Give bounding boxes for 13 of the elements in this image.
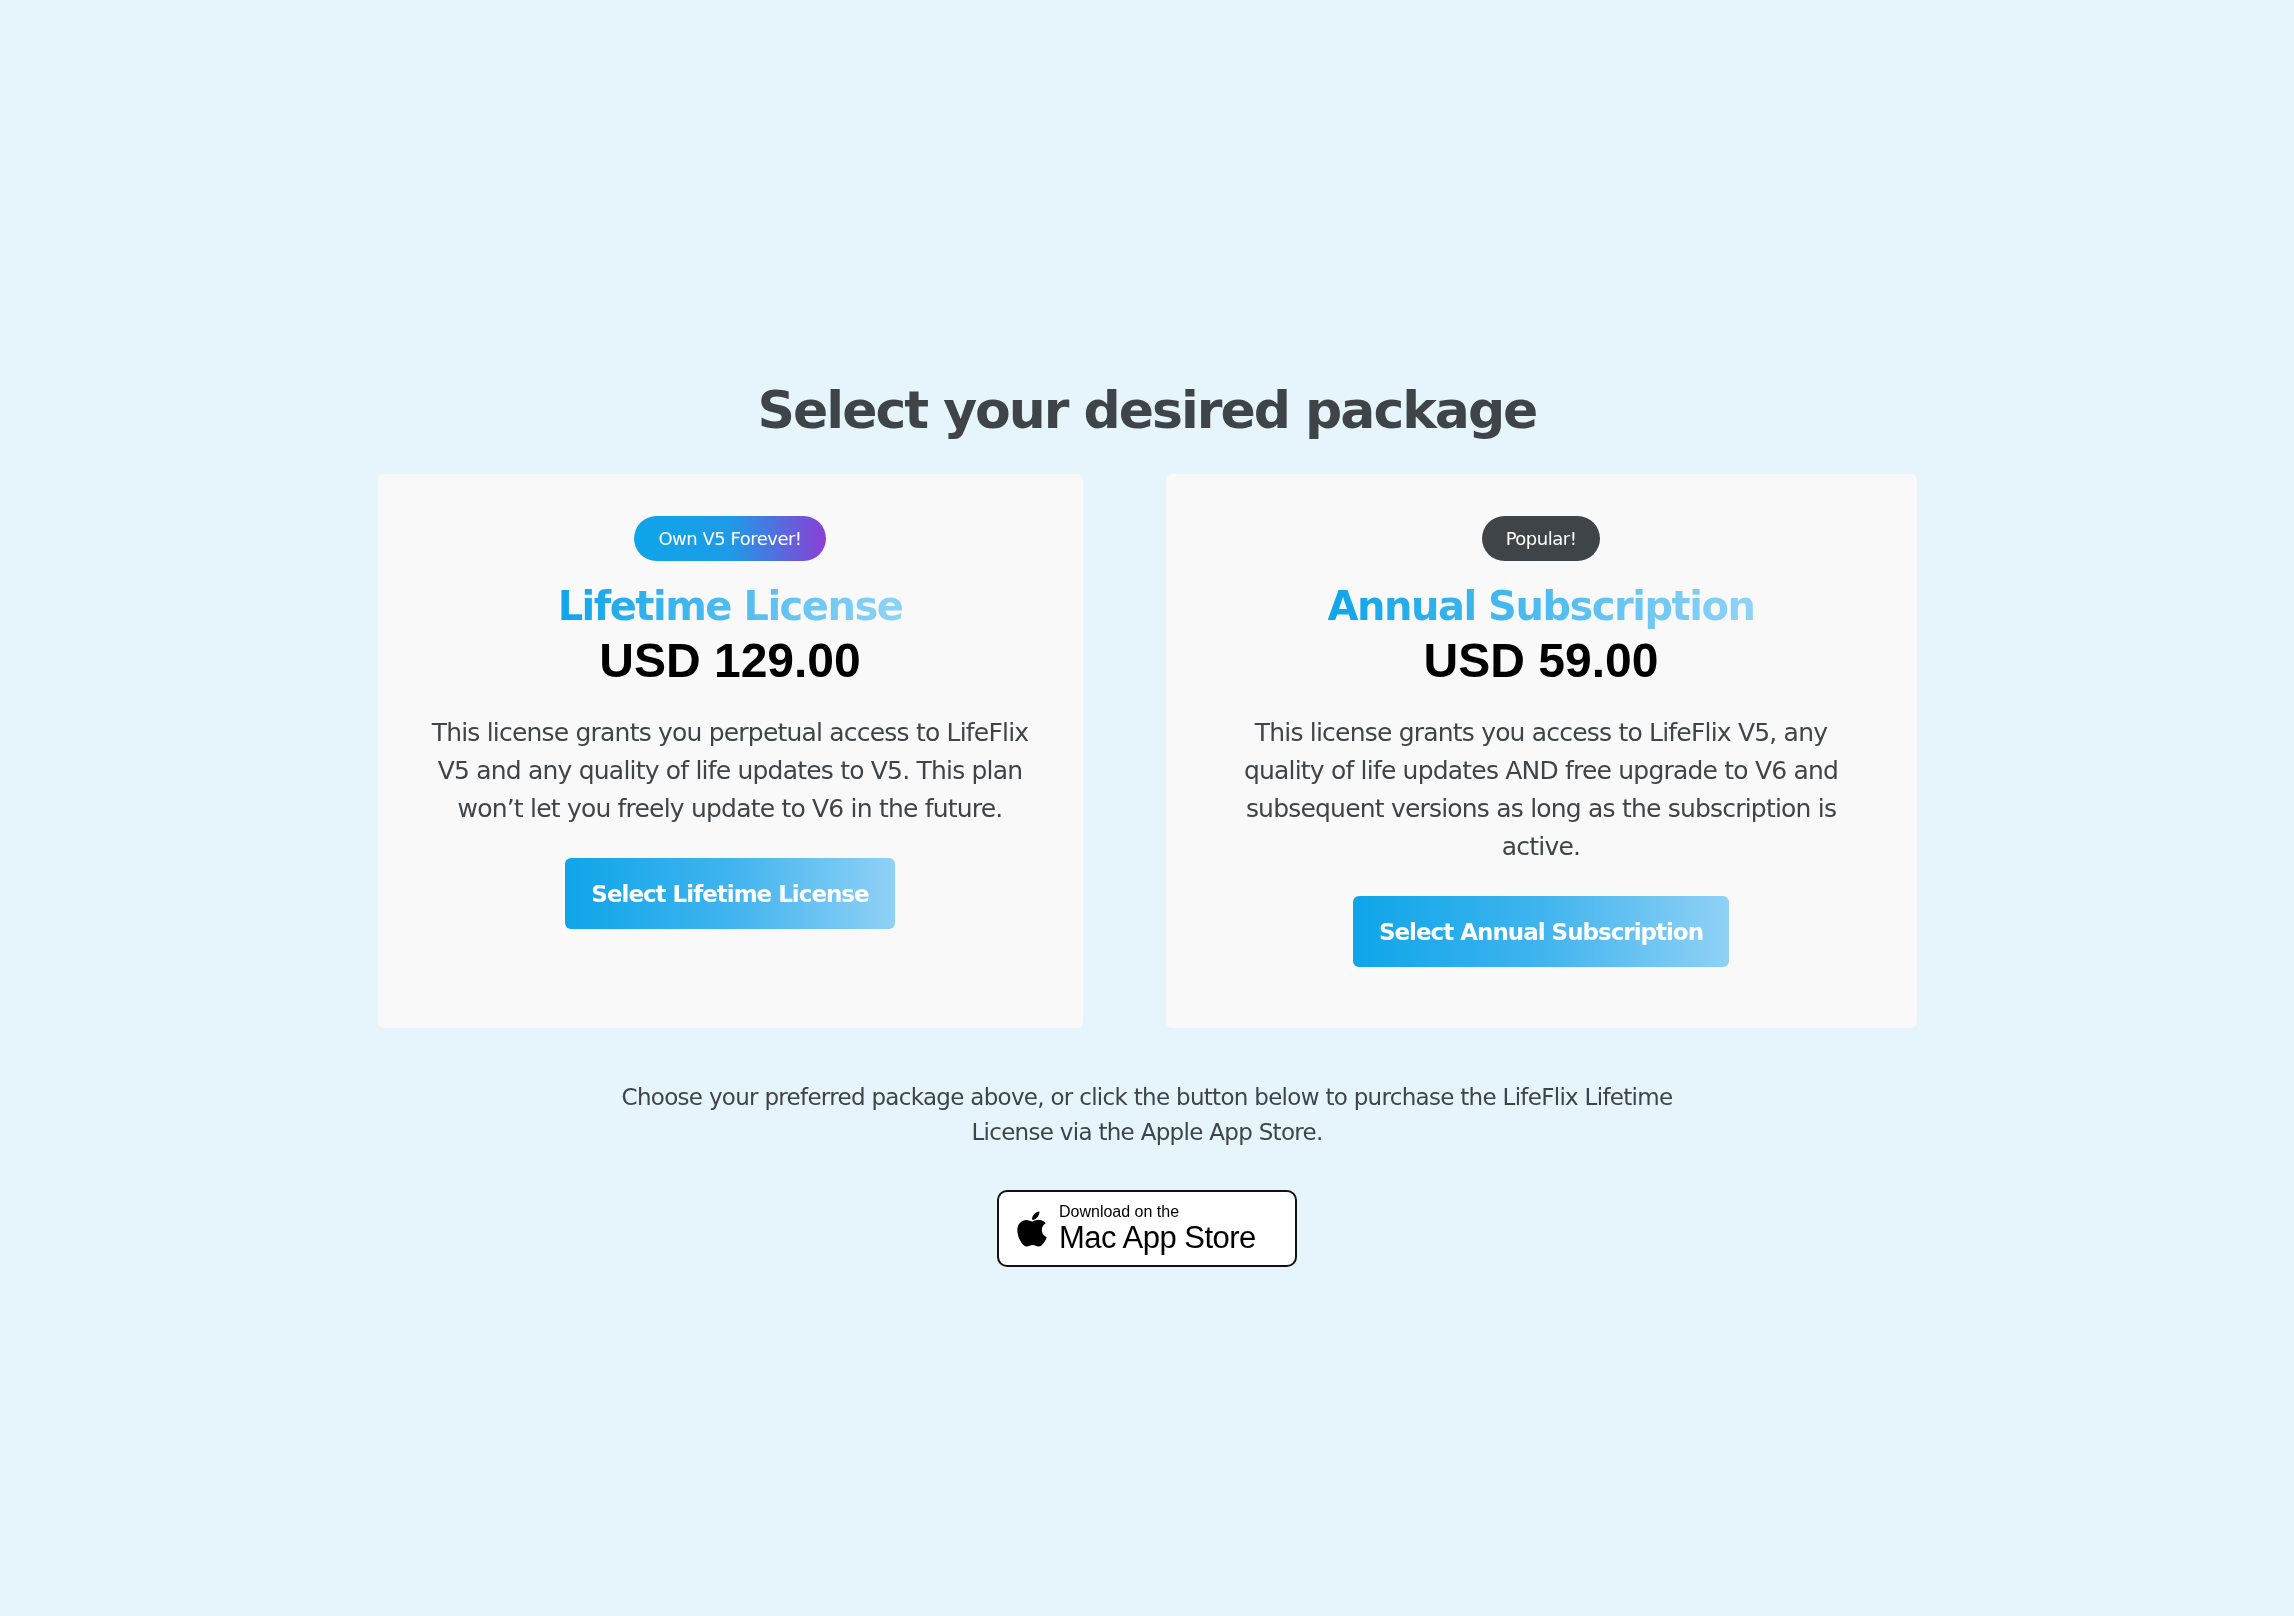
package-badge: Popular!	[1481, 516, 1601, 561]
select-package-button[interactable]: Select Annual Subscription	[1352, 896, 1730, 967]
package-description: This license grants you perpetual access to LifeFlix V5 and any quality of life updates to V5. This plan won’t let you freely update to V6 in the future.	[430, 717, 1030, 825]
store-name: Mac App Store	[1059, 1222, 1256, 1253]
select-package-button[interactable]: Select Lifetime License	[565, 858, 895, 929]
package-price: USD 59.00	[1423, 633, 1659, 688]
package-price: USD 129.00	[599, 633, 861, 688]
package-description: This license grants you access to LifeFlix V5, any quality of life updates AND free upgrade to V6 and subsequent versions as long as the subscription is active.	[1242, 717, 1840, 863]
page-heading: Select your desired package	[757, 380, 1537, 440]
package-badge: Own V5 Forever!	[634, 516, 826, 561]
store-caption: Download on the	[1059, 1204, 1181, 1220]
app-store-button[interactable]: Download on the Mac App Store	[997, 1190, 1297, 1267]
purchase-note: Choose your preferred package above, or click the button below to purchase the LifeFlix Lifetime License via the Apple App Store.	[620, 1083, 1674, 1147]
